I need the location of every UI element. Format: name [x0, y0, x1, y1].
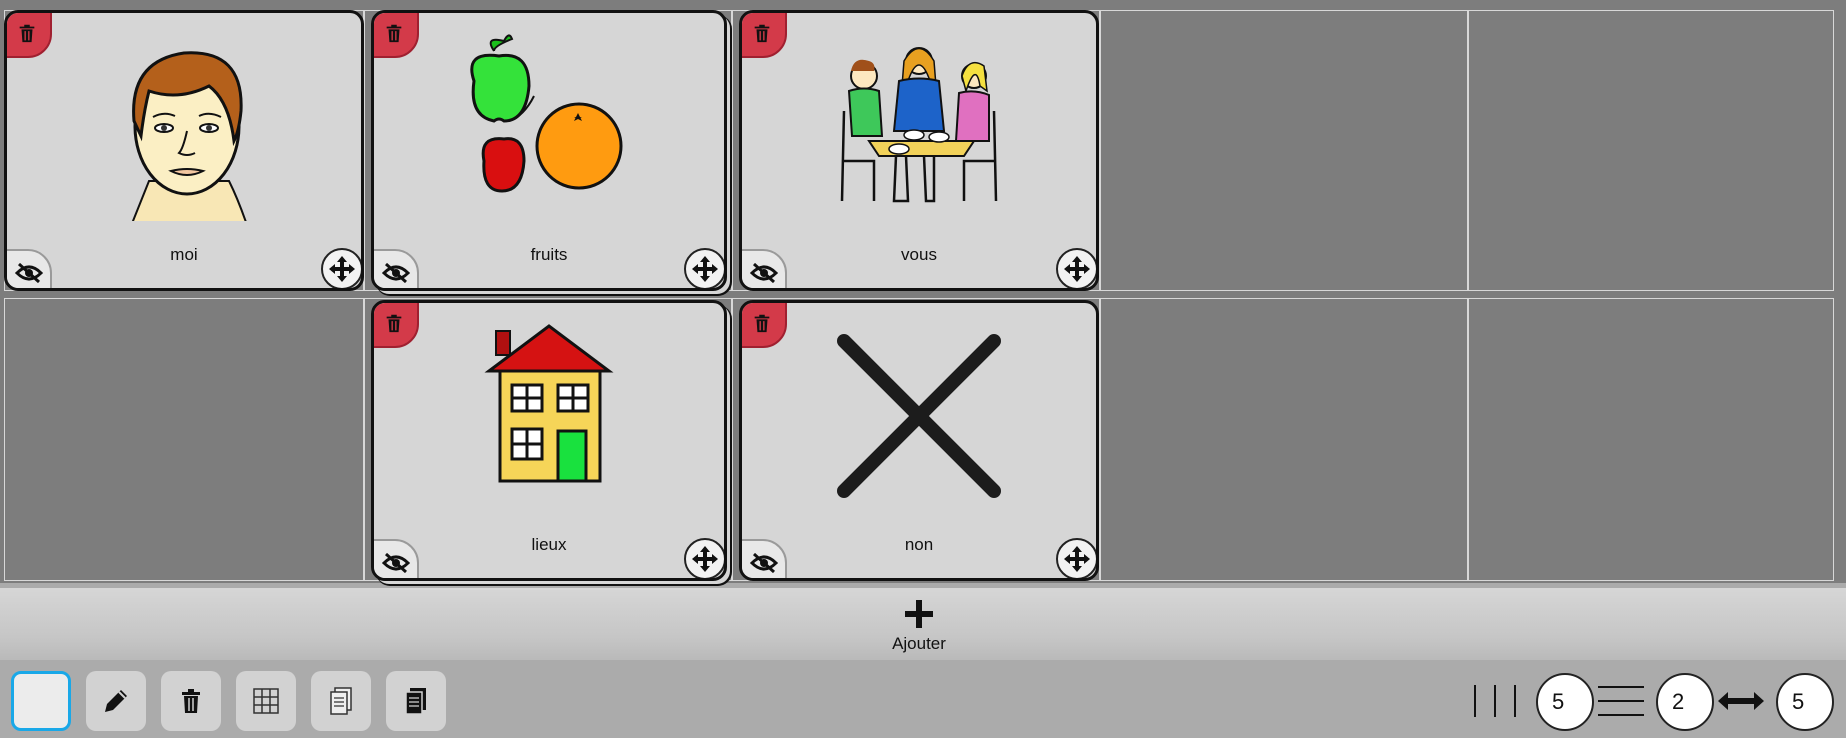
tile-label: moi [170, 245, 198, 264]
trash-icon [754, 314, 770, 333]
add-label: Ajouter [892, 634, 946, 653]
move-handle[interactable] [684, 248, 724, 288]
copy-button[interactable] [311, 671, 371, 731]
move-arrows-icon [1064, 256, 1090, 282]
hide-button[interactable] [374, 539, 419, 578]
copy-page-icon [330, 687, 352, 715]
cross-picto [837, 334, 1001, 498]
grid-button[interactable] [236, 671, 296, 731]
tile-grid: moi fruits vous lieux non [0, 0, 1846, 583]
move-handle[interactable] [321, 248, 361, 288]
tile-label: fruits [530, 245, 568, 264]
eye-slash-icon [750, 553, 778, 573]
eye-slash-icon [15, 263, 43, 283]
plus-icon [905, 600, 933, 628]
house-picto [484, 324, 614, 483]
columns-icon [1474, 685, 1516, 717]
people-at-table-picto [840, 47, 998, 203]
move-arrows-icon [329, 256, 355, 282]
eye-slash-icon [382, 263, 410, 283]
trash-icon [754, 24, 770, 43]
empty-cell[interactable] [4, 298, 364, 581]
edit-pencil-icon [105, 690, 127, 712]
delete-button[interactable] [7, 13, 52, 58]
delete-button[interactable] [742, 303, 787, 348]
tile-label: lieux [531, 535, 567, 554]
columns-input[interactable]: 5 [1536, 673, 1594, 731]
delete-button[interactable] [374, 13, 419, 58]
move-handle[interactable] [684, 538, 724, 578]
paste-page-icon [405, 688, 426, 715]
eye-slash-icon [750, 263, 778, 283]
empty-cell[interactable] [1468, 10, 1834, 291]
empty-cell[interactable] [1100, 298, 1468, 581]
hide-button[interactable] [7, 249, 52, 288]
width-input[interactable]: 5 [1776, 673, 1834, 731]
hide-button[interactable] [742, 539, 787, 578]
move-arrows-icon [692, 256, 718, 282]
empty-cell[interactable] [1100, 10, 1468, 291]
hide-button[interactable] [374, 249, 419, 288]
rows-icon [1598, 686, 1644, 716]
add-button[interactable]: Ajouter [883, 590, 955, 664]
paste-button[interactable] [386, 671, 446, 731]
tile-lieux[interactable]: lieux [371, 300, 727, 581]
blank-select-button[interactable] [11, 671, 71, 731]
move-arrows-icon [1064, 546, 1090, 572]
fruits-picto [470, 34, 623, 193]
add-bar: Ajouter [0, 588, 1846, 670]
edit-button[interactable] [86, 671, 146, 731]
move-handle[interactable] [1056, 538, 1096, 578]
tile-label: non [904, 535, 934, 554]
tile-fruits[interactable]: fruits [371, 10, 727, 291]
delete-button[interactable] [742, 13, 787, 58]
grid-icon [253, 688, 279, 714]
trash-icon [182, 689, 200, 713]
delete-selected-button[interactable] [161, 671, 221, 731]
empty-cell[interactable] [1468, 298, 1834, 581]
move-handle[interactable] [1056, 248, 1096, 288]
width-arrows-icon [1718, 692, 1764, 710]
face-picto [131, 51, 247, 221]
eye-slash-icon [382, 553, 410, 573]
hide-button[interactable] [742, 249, 787, 288]
bottom-toolbar: 5 2 5 [0, 660, 1846, 738]
tile-non[interactable]: non [739, 300, 1099, 581]
trash-icon [386, 24, 402, 43]
tile-vous[interactable]: vous [739, 10, 1099, 291]
move-arrows-icon [692, 546, 718, 572]
rows-input[interactable]: 2 [1656, 673, 1714, 731]
delete-button[interactable] [374, 303, 419, 348]
tile-label: vous [901, 245, 937, 264]
trash-icon [19, 24, 35, 43]
trash-icon [386, 314, 402, 333]
tile-moi[interactable]: moi [4, 10, 364, 291]
